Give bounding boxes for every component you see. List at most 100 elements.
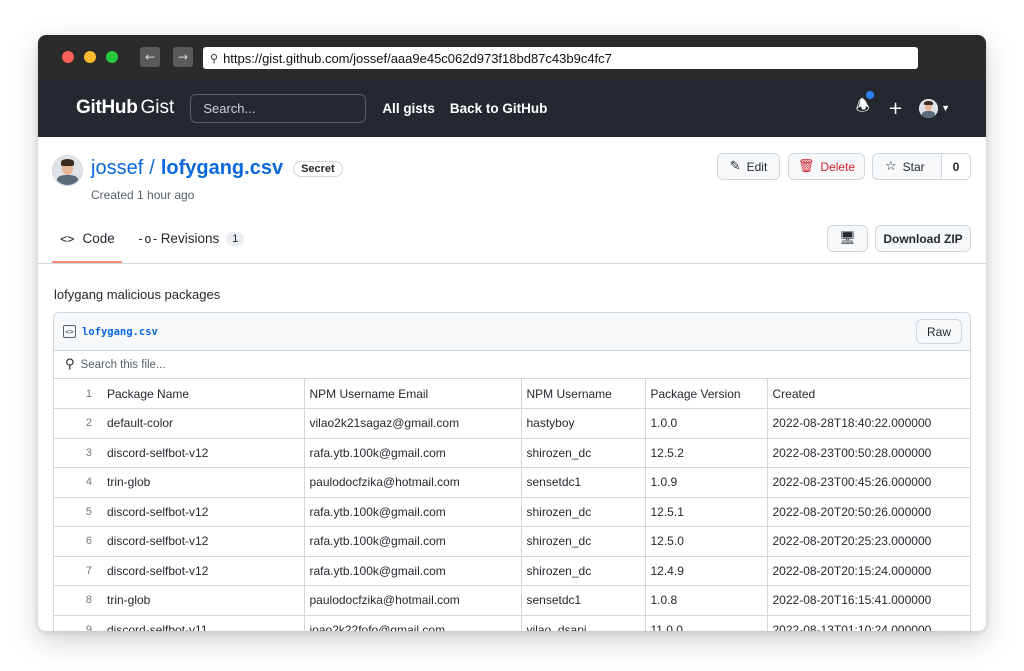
- table-cell: discord-selfbot-v12: [102, 438, 305, 468]
- table-cell: 2022-08-23T00:45:26.000000: [767, 467, 970, 498]
- caret-down-icon[interactable]: ▼: [941, 103, 950, 113]
- table-cell: rafa.ytb.100k@gmail.com: [304, 497, 522, 527]
- line-number[interactable]: 7: [54, 556, 102, 586]
- search-input[interactable]: Search...: [190, 93, 367, 123]
- embed-button[interactable]: 🖥: [827, 225, 868, 252]
- column-header: Package Name: [102, 379, 305, 409]
- table-row: 4 trin-glob paulodocfzika@hotmail.com sense…: [54, 467, 970, 498]
- code-file-icon: <>: [63, 325, 76, 338]
- table-cell: 12.5.0: [645, 526, 768, 557]
- line-number[interactable]: 9: [54, 615, 102, 631]
- table-row: 5 discord-selfbot-v12 rafa.ytb.100k@gmail.…: [54, 497, 970, 527]
- table-cell: discord-selfbot-v12: [102, 526, 305, 557]
- line-number[interactable]: 8: [54, 585, 102, 616]
- file-name-link[interactable]: lofygang.csv: [82, 326, 158, 338]
- table-cell: 2022-08-20T20:15:24.000000: [767, 556, 970, 586]
- header-actions: 🕭 + ▼: [856, 79, 950, 137]
- pencil-icon: ✎: [729, 159, 741, 174]
- table-cell: shirozen_dc: [521, 556, 646, 586]
- file-search-input[interactable]: ⚲ Search this file...: [54, 351, 970, 379]
- commit-icon: -o-: [137, 231, 159, 246]
- gist-title: jossef / lofygang.csv Secret: [91, 157, 343, 180]
- column-header: Created: [767, 379, 970, 409]
- table-cell: rafa.ytb.100k@gmail.com: [304, 556, 522, 586]
- table-cell: 2022-08-28T18:40:22.000000: [767, 408, 970, 439]
- browser-window: ← → ⚲ https://gist.github.com/jossef/aaa…: [38, 35, 986, 631]
- table-cell: sensetdc1: [521, 585, 646, 616]
- avatar-icon: [919, 98, 939, 118]
- download-zip-button[interactable]: Download ZIP: [875, 225, 971, 252]
- notification-indicator: [865, 90, 874, 99]
- arrow-left-icon: ←: [144, 50, 156, 64]
- nav-all-gists[interactable]: All gists: [382, 101, 435, 116]
- gist-description: lofygang malicious packages: [54, 287, 221, 302]
- browser-toolbar: ← → ⚲ https://gist.github.com/jossef/aaa…: [38, 35, 986, 79]
- column-header: NPM Username Email: [304, 379, 522, 409]
- table-cell: discord-selfbot-v12: [102, 556, 305, 586]
- minimize-window-button[interactable]: [84, 51, 96, 63]
- back-button[interactable]: ←: [140, 47, 160, 67]
- line-number[interactable]: 6: [54, 526, 102, 557]
- table-cell: 2022-08-20T20:25:23.000000: [767, 526, 970, 557]
- visibility-badge: Secret: [293, 160, 343, 177]
- site-header: GitHub Gist Search... All gists Back to …: [38, 79, 986, 137]
- edit-button[interactable]: ✎ Edit: [717, 153, 780, 180]
- table-cell: vilao2k21sagaz@gmail.com: [304, 408, 522, 439]
- plus-icon: +: [887, 97, 904, 119]
- table-cell: 1.0.0: [645, 408, 768, 439]
- title-separator: /: [149, 157, 155, 179]
- tab-revisions[interactable]: -o- Revisions 1: [137, 231, 245, 246]
- gist-filename-link[interactable]: lofygang.csv: [161, 157, 283, 180]
- address-bar[interactable]: ⚲ https://gist.github.com/jossef/aaa9e45…: [203, 47, 918, 69]
- tab-code[interactable]: <> Code: [60, 231, 115, 246]
- table-cell: 2022-08-13T01:10:24.000000: [767, 615, 970, 631]
- table-cell: paulodocfzika@hotmail.com: [304, 467, 522, 498]
- table-cell: 12.5.1: [645, 497, 768, 527]
- file-search-placeholder: Search this file...: [80, 358, 166, 371]
- revisions-counter: 1: [226, 231, 245, 246]
- delete-label: Delete: [820, 159, 856, 174]
- notifications-button[interactable]: 🕭: [856, 90, 874, 122]
- delete-button[interactable]: 🗑 Delete: [788, 153, 865, 180]
- created-timestamp: Created 1 hour ago: [91, 188, 195, 202]
- search-icon: ⚲: [210, 51, 219, 65]
- table-cell: hastyboy: [521, 408, 646, 439]
- table-cell: shirozen_dc: [521, 438, 646, 468]
- user-avatar-menu[interactable]: [919, 98, 939, 118]
- trash-icon: 🗑: [797, 159, 815, 174]
- github-gist-logo[interactable]: GitHub Gist: [76, 97, 174, 119]
- table-cell: trin-glob: [102, 467, 305, 498]
- owner-avatar[interactable]: [52, 155, 83, 186]
- table-cell: vilao_dsapi: [521, 615, 646, 631]
- maximize-window-button[interactable]: [106, 51, 118, 63]
- csv-table: 1 Package Name NPM Username Email NPM Us…: [54, 379, 970, 631]
- forward-button[interactable]: →: [173, 47, 193, 67]
- search-icon: ⚲: [65, 357, 75, 372]
- url-text: https://gist.github.com/jossef/aaa9e45c0…: [223, 50, 612, 66]
- line-number[interactable]: 3: [54, 438, 102, 468]
- desktop-download-icon: 🖥: [839, 231, 856, 246]
- table-cell: 12.4.9: [645, 556, 768, 586]
- table-body: 2 default-color vilao2k21sagaz@gmail.com ha…: [54, 408, 970, 631]
- table-row: 2 default-color vilao2k21sagaz@gmail.com ha…: [54, 408, 970, 439]
- owner-link[interactable]: jossef: [91, 157, 143, 180]
- line-number[interactable]: 4: [54, 467, 102, 498]
- close-window-button[interactable]: [62, 51, 74, 63]
- table-cell: 2022-08-23T00:50:28.000000: [767, 438, 970, 468]
- nav-back-to-github[interactable]: Back to GitHub: [450, 101, 548, 116]
- line-number[interactable]: 1: [54, 379, 102, 409]
- line-number[interactable]: 5: [54, 497, 102, 527]
- table-cell: 1.0.8: [645, 585, 768, 616]
- raw-button[interactable]: Raw: [916, 319, 962, 344]
- table-cell: paulodocfzika@hotmail.com: [304, 585, 522, 616]
- line-number[interactable]: 2: [54, 408, 102, 439]
- search-placeholder: Search...: [203, 100, 256, 116]
- star-button[interactable]: ☆ Star 0: [872, 153, 971, 180]
- table-row: 7 discord-selfbot-v12 rafa.ytb.100k@gmail.…: [54, 556, 970, 586]
- table-cell: default-color: [102, 408, 305, 439]
- table-cell: rafa.ytb.100k@gmail.com: [304, 526, 522, 557]
- table-row: 9 discord-selfbot-v11 joao2k22fofo@gmail.c…: [54, 615, 970, 631]
- create-new-button[interactable]: +: [888, 98, 903, 119]
- tab-code-label: Code: [82, 231, 115, 246]
- logo-gist-text: Gist: [140, 97, 175, 118]
